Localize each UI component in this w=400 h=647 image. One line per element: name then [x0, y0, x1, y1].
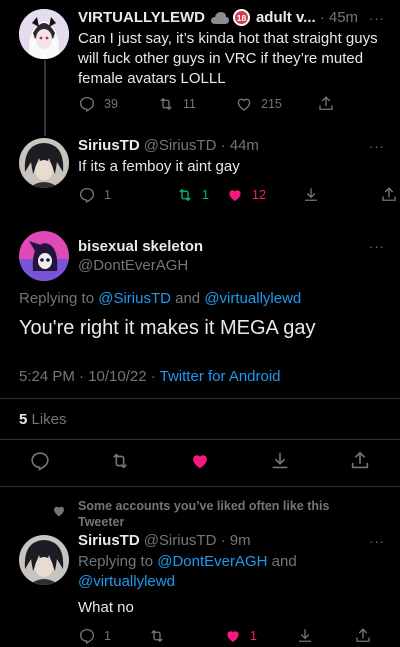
replying-label: Replying to [19, 290, 99, 307]
like-count: 1 [250, 629, 257, 643]
tweet-text: What no [78, 599, 134, 616]
handle[interactable]: @SiriusTD · 9m [144, 532, 251, 549]
mention-link[interactable]: @virtuallylewd [204, 290, 301, 307]
replying-to: Replying to @SiriusTD and @virtuallylewd [19, 290, 301, 307]
heart-filled-icon [229, 190, 241, 201]
retweet-icon [160, 98, 172, 110]
cloud-icon [210, 11, 230, 25]
tweet-actions: 39 11 215 [78, 95, 335, 113]
like-count: 215 [261, 97, 282, 111]
share-button[interactable] [349, 450, 371, 477]
share-button[interactable] [380, 186, 398, 204]
reply-button[interactable]: 1 [78, 186, 176, 204]
replying-and: and [267, 553, 297, 570]
handle[interactable]: @DontEverAGH [78, 257, 188, 274]
display-name[interactable]: VIRTUALLYLEWD [78, 9, 205, 26]
share-button[interactable] [354, 627, 372, 645]
main-tweet-actions [0, 450, 400, 477]
display-name[interactable]: bisexual skeleton [78, 238, 203, 255]
age-badge: 18 [232, 9, 250, 26]
handle[interactable]: adult v... [256, 9, 316, 26]
tweet-header: SiriusTD @SiriusTD · 44m [78, 137, 259, 154]
retweet-button[interactable] [148, 627, 224, 645]
like-button[interactable]: 12 [226, 186, 302, 204]
retweet-button[interactable]: 1 [176, 186, 226, 204]
divider [0, 486, 400, 487]
handle[interactable]: @SiriusTD · 44m [144, 137, 259, 154]
divider [0, 439, 400, 440]
mention-link[interactable]: @virtuallylewd [78, 573, 175, 590]
bookmark-button[interactable] [302, 186, 380, 204]
avatar[interactable] [19, 138, 69, 188]
tweet-timestamp[interactable]: 5:24 PM · 10/10/22 · [19, 368, 160, 385]
reply-button[interactable] [29, 450, 51, 477]
replying-and: and [170, 290, 205, 307]
reply-icon [79, 96, 95, 113]
download-icon [305, 188, 317, 201]
tweet-actions: 1 1 [78, 627, 372, 645]
bookmark-button[interactable] [296, 627, 354, 645]
avatar[interactable] [19, 9, 69, 59]
tweet-header: SiriusTD @SiriusTD · 9m [78, 532, 251, 549]
display-name[interactable]: SiriusTD [78, 137, 140, 154]
divider [0, 398, 400, 399]
retweet-button[interactable] [109, 450, 131, 477]
reply-count: 1 [104, 629, 111, 643]
mention-link[interactable]: @DontEverAGH [157, 553, 267, 570]
reply-icon [31, 452, 49, 471]
retweet-icon [179, 189, 191, 201]
tweet-meta: 5:24 PM · 10/10/22 · Twitter for Android [19, 368, 281, 385]
share-icon [356, 628, 370, 642]
avatar[interactable] [19, 231, 69, 281]
source-link[interactable]: Twitter for Android [160, 368, 281, 385]
reply-count: 39 [104, 97, 118, 111]
thread-line [44, 60, 46, 136]
social-context: Some accounts you’ve liked often like th… [78, 499, 330, 529]
retweet-count: 1 [202, 188, 209, 202]
tweet-header: VIRTUALLYLEWD 18 adult v... · 45m [78, 9, 358, 26]
like-button[interactable]: 1 [224, 627, 296, 645]
tweet-actions: 1 1 12 [78, 186, 398, 204]
retweet-button[interactable]: 11 [157, 95, 235, 113]
reply-count: 1 [104, 188, 111, 202]
retweet-icon [151, 630, 163, 642]
timestamp[interactable]: · 45m [320, 9, 358, 26]
more-options-icon[interactable]: ··· [369, 11, 385, 26]
tweet-text: Can I just say, it’s kinda hot that stra… [78, 30, 378, 87]
reply-icon [79, 187, 95, 204]
heart-filled-icon [227, 631, 239, 642]
tweet-text: If its a femboy it aint gay [78, 158, 240, 175]
reply-button[interactable]: 39 [78, 95, 157, 113]
like-button[interactable]: 215 [235, 95, 317, 113]
mention-link[interactable]: @SiriusTD [98, 290, 171, 307]
like-button[interactable] [189, 450, 211, 477]
retweet-count: 11 [183, 97, 196, 111]
display-name[interactable]: SiriusTD [78, 532, 140, 549]
replying-to: Replying to @DontEverAGH and @virtuallyl… [78, 552, 318, 592]
reply-button[interactable]: 1 [78, 627, 148, 645]
likes-label: Likes [27, 411, 67, 428]
likes-stat[interactable]: 5 Likes [19, 411, 67, 428]
reply-icon [79, 628, 95, 645]
heart-icon [237, 98, 251, 111]
more-options-icon[interactable]: ··· [369, 534, 385, 549]
more-options-icon[interactable]: ··· [369, 239, 385, 254]
share-button[interactable] [317, 95, 335, 113]
share-icon [351, 451, 369, 469]
retweet-icon [112, 453, 128, 469]
avatar[interactable] [19, 535, 69, 585]
share-icon [382, 187, 396, 201]
like-count: 12 [252, 188, 266, 202]
replying-label: Replying to [78, 553, 158, 570]
more-options-icon[interactable]: ··· [369, 139, 385, 154]
share-icon [319, 96, 333, 110]
bookmark-button[interactable] [269, 450, 291, 477]
download-icon [272, 452, 288, 469]
heart-filled-icon [193, 455, 207, 469]
download-icon [299, 629, 311, 642]
heart-filled-icon [51, 503, 67, 524]
main-tweet-text: You're right it makes it MEGA gay [19, 317, 316, 339]
